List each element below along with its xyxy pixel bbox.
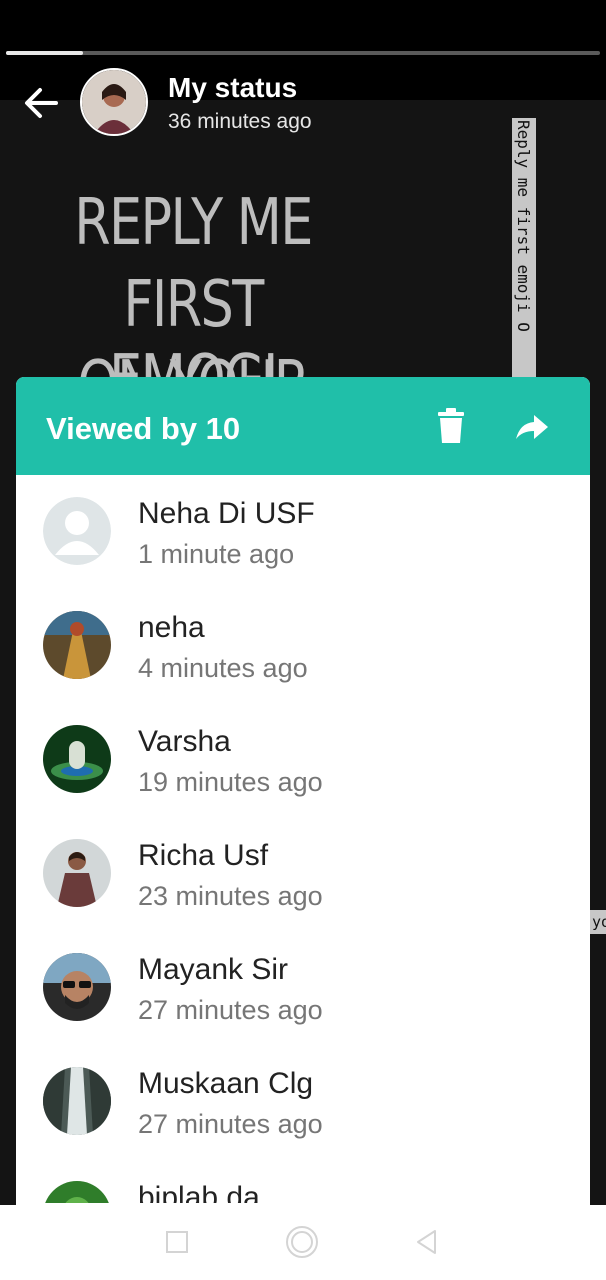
- viewer-time: 27 minutes ago: [138, 1109, 323, 1139]
- viewer-avatar: [43, 611, 111, 679]
- viewer-item[interactable]: Mayank Sir 27 minutes ago: [16, 931, 590, 1045]
- story-progress-bar: [6, 51, 600, 55]
- delete-status-button[interactable]: [434, 407, 468, 445]
- recent-apps-button[interactable]: [160, 1225, 194, 1259]
- viewer-time: 1 minute ago: [138, 539, 295, 569]
- viewer-name: Muskaan Clg: [138, 1067, 314, 1100]
- back-button[interactable]: [18, 80, 64, 126]
- viewer-avatar: [43, 1067, 111, 1135]
- forward-status-button[interactable]: [512, 409, 552, 445]
- system-back-button[interactable]: [410, 1225, 444, 1259]
- viewer-item[interactable]: neha 4 minutes ago: [16, 589, 590, 703]
- viewer-time: 4 minutes ago: [138, 653, 308, 683]
- viewer-time: 23 minutes ago: [138, 881, 323, 911]
- viewer-avatar: [43, 839, 111, 907]
- viewer-avatar: [43, 725, 111, 793]
- my-avatar: [80, 68, 148, 136]
- side-caption-snippet: yo: [588, 910, 606, 934]
- viewer-name: neha: [138, 611, 205, 644]
- viewer-avatar: [43, 1181, 111, 1203]
- viewer-name: Mayank Sir: [138, 953, 289, 986]
- back-triangle-icon: [417, 1230, 436, 1254]
- viewed-by-count: Viewed by 10: [46, 411, 241, 446]
- viewers-sheet-header: Viewed by 10: [16, 377, 590, 475]
- viewer-avatar-placeholder: [43, 497, 111, 565]
- viewer-item[interactable]: biplab da: [16, 1159, 590, 1203]
- story-text-line-1: REPLY ME: [74, 186, 313, 260]
- viewers-list[interactable]: Neha Di USF 1 minute ago neha 4 minutes …: [16, 475, 590, 1203]
- viewers-sheet: Viewed by 10 Neha Di USF 1 minute ago ne…: [16, 377, 590, 1280]
- system-navigation-bar: [0, 1205, 606, 1280]
- forward-arrow-icon: [516, 415, 548, 439]
- story-progress-fill: [6, 51, 84, 55]
- vertical-caption: Reply me first emoji O: [512, 118, 536, 378]
- viewer-item[interactable]: Richa Usf 23 minutes ago: [16, 817, 590, 931]
- status-title: My status: [168, 72, 298, 103]
- viewer-item[interactable]: Muskaan Clg 27 minutes ago: [16, 1045, 590, 1159]
- viewer-name: Neha Di USF: [138, 497, 315, 530]
- viewer-name: Richa Usf: [138, 839, 269, 872]
- viewer-name: biplab da: [138, 1181, 260, 1203]
- vertical-caption-text: Reply me first emoji O: [514, 120, 533, 332]
- viewer-item[interactable]: Neha Di USF 1 minute ago: [16, 475, 590, 589]
- home-button[interactable]: [285, 1225, 319, 1259]
- viewer-avatar: [43, 953, 111, 1021]
- recent-apps-icon: [166, 1231, 188, 1253]
- viewer-item[interactable]: Varsha 19 minutes ago: [16, 703, 590, 817]
- viewer-time: 19 minutes ago: [138, 767, 323, 797]
- trash-icon: [438, 408, 464, 443]
- viewer-name: Varsha: [138, 725, 231, 758]
- status-timestamp: 36 minutes ago: [168, 110, 312, 133]
- default-avatar-icon: [43, 497, 111, 565]
- home-icon: [286, 1226, 318, 1258]
- viewer-time: 27 minutes ago: [138, 995, 323, 1025]
- back-arrow-icon: [25, 88, 58, 118]
